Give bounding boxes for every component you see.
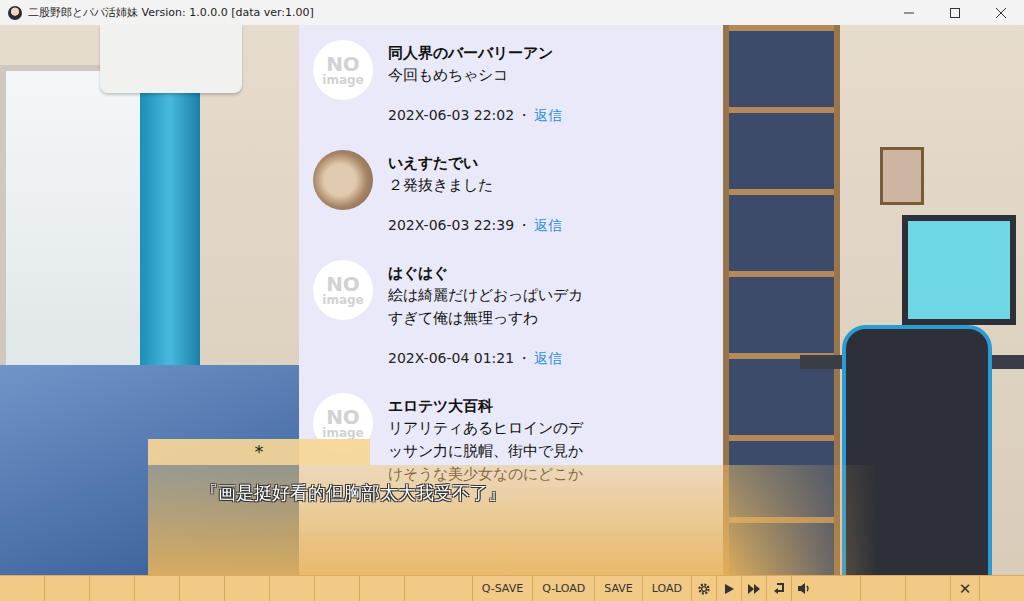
dialog-box[interactable]: *『画是挺好看的但胸部太大我受不了』 <box>148 439 878 575</box>
picture-frame <box>880 147 924 205</box>
reply-link[interactable]: 返信 <box>534 107 562 123</box>
comment-meta: 202X-06-03 22:02・返信 <box>388 105 586 125</box>
toolbar-button[interactable]: SAVE <box>594 576 641 601</box>
skip-button[interactable] <box>741 576 766 601</box>
config-button[interactable] <box>691 576 716 601</box>
comment: いえすたでい２発抜きました 202X-06-03 22:39・返信 <box>313 150 723 235</box>
maximize-button[interactable] <box>932 0 978 25</box>
app-icon <box>8 6 22 20</box>
dialog-text: 『画是挺好看的但胸部太大我受不了』 <box>148 465 878 575</box>
close-icon <box>996 8 1006 18</box>
comment-author: はぐはぐ <box>388 262 586 284</box>
auto-button[interactable] <box>716 576 741 601</box>
minimize-button[interactable] <box>886 0 932 25</box>
close-button[interactable]: ✕ <box>951 576 980 601</box>
mute-button[interactable] <box>791 576 816 601</box>
avatar <box>313 150 373 210</box>
avatar: NOimage <box>313 260 373 320</box>
comment-body: 絵は綺麗だけどおっぱいデカすぎて俺は無理っすわ <box>388 284 586 330</box>
monitor <box>902 215 1016 325</box>
return-icon <box>773 582 786 595</box>
comment-meta: 202X-06-03 22:39・返信 <box>388 215 586 235</box>
toolbar-button[interactable]: LOAD <box>642 576 691 601</box>
stage: NOimage 同人界のバーバリーアン今回もめちゃシコ 202X-06-03 22:… <box>0 25 1024 575</box>
comment: NOimage はぐはぐ絵は綺麗だけどおっぱいデカすぎて俺は無理っすわ 202X-0… <box>313 260 723 368</box>
comment-body: ２発抜きました <box>388 174 586 197</box>
play-icon <box>723 583 735 595</box>
toolbar: Q-SAVEQ-LOADSAVELOAD ✕ <box>0 575 1024 601</box>
comment-author: エロテツ大百科 <box>388 395 586 417</box>
maximize-icon <box>950 8 960 18</box>
reply-link[interactable]: 返信 <box>534 217 562 233</box>
gear-icon <box>697 582 711 596</box>
game-area: NOimage 同人界のバーバリーアン今回もめちゃシコ 202X-06-03 22:… <box>0 25 1024 601</box>
title-bar: 二股野郎とパパ活姉妹 Version: 1.0.0.0 [data ver:1.… <box>0 0 1024 25</box>
comment-meta: 202X-06-04 01:21・返信 <box>388 348 586 368</box>
speaker-name: * <box>148 439 370 465</box>
toolbar-button[interactable]: Q-LOAD <box>532 576 594 601</box>
minimize-icon <box>904 8 914 18</box>
game-window: 二股野郎とパパ活姉妹 Version: 1.0.0.0 [data ver:1.… <box>0 0 1024 601</box>
reply-link[interactable]: 返信 <box>534 350 562 366</box>
comment-author: いえすたでい <box>388 152 586 174</box>
window-title: 二股野郎とパパ活姉妹 Version: 1.0.0.0 [data ver:1.… <box>28 5 880 20</box>
backlog-button[interactable] <box>766 576 791 601</box>
comment-author: 同人界のバーバリーアン <box>388 42 586 64</box>
comment-body: 今回もめちゃシコ <box>388 64 586 87</box>
air-conditioner <box>100 25 242 93</box>
avatar: NOimage <box>313 40 373 100</box>
close-window-button[interactable] <box>978 0 1024 25</box>
toolbar-button[interactable]: Q-SAVE <box>472 576 532 601</box>
curtain <box>140 93 200 383</box>
speaker-icon <box>797 582 811 595</box>
fast-forward-icon <box>747 583 761 595</box>
comment: NOimage 同人界のバーバリーアン今回もめちゃシコ 202X-06-03 22:… <box>313 40 723 125</box>
